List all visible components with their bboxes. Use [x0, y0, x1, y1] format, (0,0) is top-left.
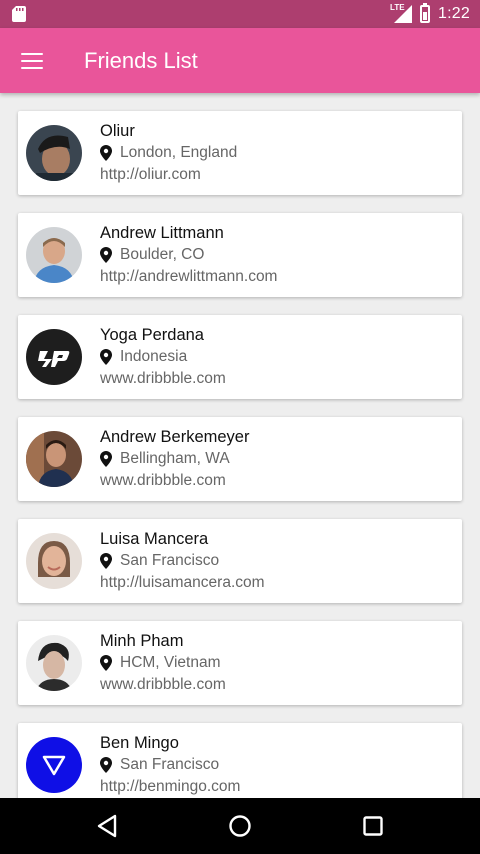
location-pin-icon	[100, 553, 112, 569]
sd-card-icon	[12, 6, 26, 22]
navigation-bar	[0, 798, 480, 854]
friend-location: Indonesia	[120, 348, 188, 365]
friend-location: London, England	[120, 144, 238, 161]
friend-url[interactable]: http://luisamancera.com	[100, 572, 265, 594]
avatar	[26, 737, 82, 793]
lte-signal-icon: LTE	[390, 3, 413, 23]
page-title: Friends List	[84, 47, 198, 73]
friend-url[interactable]: www.dribbble.com	[100, 368, 226, 390]
friend-card[interactable]: Andrew Berkemeyer Bellingham, WA www.dri…	[18, 417, 462, 501]
friend-name: Oliur	[100, 122, 135, 140]
app-bar: Friends List	[0, 28, 480, 93]
friends-list[interactable]: Oliur London, England http://oliur.com A…	[0, 93, 480, 798]
location-pin-icon	[100, 451, 112, 467]
friend-name: Luisa Mancera	[100, 530, 209, 548]
recents-button[interactable]	[349, 802, 397, 850]
friend-name: Andrew Littmann	[100, 224, 224, 242]
friend-card[interactable]: Ben Mingo San Francisco http://benmingo.…	[18, 723, 462, 798]
hamburger-menu-icon	[21, 52, 43, 69]
friend-card[interactable]: Minh Pham HCM, Vietnam www.dribbble.com	[18, 621, 462, 705]
friend-name: Minh Pham	[100, 632, 184, 650]
friend-url[interactable]: http://andrewlittmann.com	[100, 266, 277, 288]
friend-url[interactable]: www.dribbble.com	[100, 470, 249, 492]
friend-card[interactable]: Andrew Littmann Boulder, CO http://andre…	[18, 213, 462, 297]
battery-icon	[420, 3, 431, 23]
home-circle-icon	[229, 815, 251, 837]
status-bar: LTE 1:22	[0, 0, 480, 28]
friend-url[interactable]: http://oliur.com	[100, 164, 237, 186]
avatar	[26, 227, 82, 283]
friend-location: HCM, Vietnam	[120, 654, 221, 671]
friend-location: Bellingham, WA	[120, 450, 230, 467]
back-button[interactable]	[83, 802, 131, 850]
friend-url[interactable]: www.dribbble.com	[100, 674, 226, 696]
friend-name: Yoga Perdana	[100, 326, 204, 344]
location-pin-icon	[100, 349, 112, 365]
friend-card[interactable]: Oliur London, England http://oliur.com	[18, 111, 462, 195]
friend-url[interactable]: http://benmingo.com	[100, 776, 240, 798]
avatar	[26, 533, 82, 589]
menu-button[interactable]	[0, 28, 64, 93]
friend-location: San Francisco	[120, 756, 220, 773]
home-button[interactable]	[216, 802, 264, 850]
location-pin-icon	[100, 655, 112, 671]
avatar	[26, 431, 82, 487]
location-pin-icon	[100, 757, 112, 773]
friend-name: Ben Mingo	[100, 734, 179, 752]
friend-location: San Francisco	[120, 552, 220, 569]
friend-card[interactable]: Yoga Perdana Indonesia www.dribbble.com	[18, 315, 462, 399]
friend-location: Boulder, CO	[120, 246, 205, 263]
avatar	[26, 125, 82, 181]
location-pin-icon	[100, 145, 112, 161]
avatar	[26, 329, 82, 385]
friend-name: Andrew Berkemeyer	[100, 428, 250, 446]
network-type-label: LTE	[390, 3, 405, 12]
friend-card[interactable]: Luisa Mancera San Francisco http://luisa…	[18, 519, 462, 603]
recents-square-icon	[363, 816, 384, 836]
location-pin-icon	[100, 247, 112, 263]
avatar	[26, 635, 82, 691]
status-time: 1:22	[438, 5, 470, 22]
back-triangle-icon	[97, 814, 116, 838]
